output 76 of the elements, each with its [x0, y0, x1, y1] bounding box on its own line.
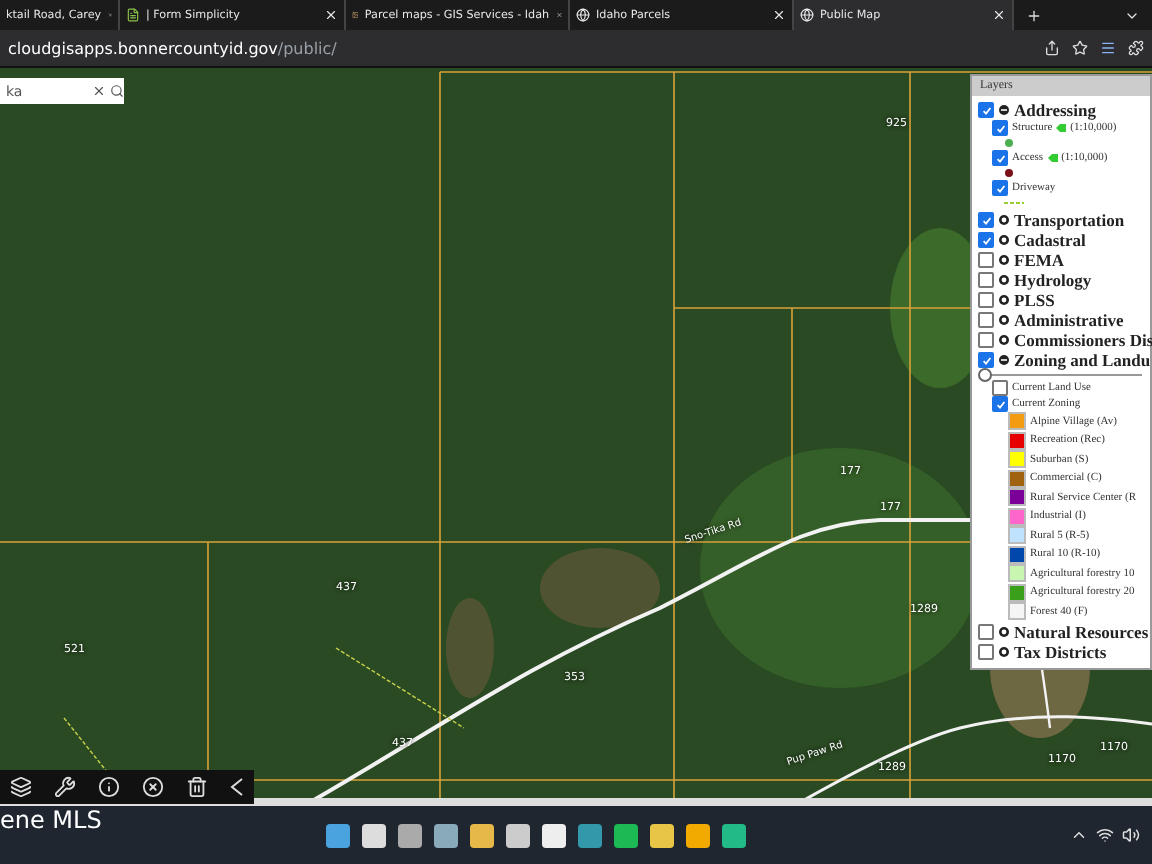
checkbox[interactable] — [992, 380, 1008, 396]
collapse-icon[interactable] — [998, 104, 1010, 116]
expand-icon[interactable] — [998, 234, 1010, 246]
layer-group-label[interactable]: FEMA — [1014, 250, 1065, 270]
globe-icon — [576, 8, 590, 22]
layer-group-label[interactable]: Natural Resources — [1014, 621, 1149, 641]
checkbox[interactable] — [978, 623, 994, 639]
chevron-up-icon[interactable] — [1070, 826, 1088, 844]
overlay-caption: ene MLS — [0, 806, 102, 834]
clear-icon[interactable] — [92, 84, 106, 98]
tag-icon — [1047, 154, 1058, 162]
checkbox[interactable] — [978, 643, 994, 659]
trash-icon[interactable] — [185, 776, 208, 798]
taskbar-app-icon[interactable] — [469, 823, 493, 847]
taskbar-app-icon[interactable] — [361, 823, 385, 847]
checkbox[interactable] — [978, 232, 994, 248]
checkbox[interactable] — [978, 312, 994, 328]
expand-icon[interactable] — [998, 214, 1010, 226]
expand-icon[interactable] — [998, 294, 1010, 306]
checkbox[interactable] — [978, 292, 994, 308]
layer-group-label[interactable]: Zoning and Landu — [1014, 350, 1151, 370]
expand-icon[interactable] — [998, 625, 1010, 637]
expand-icon[interactable] — [998, 314, 1010, 326]
close-icon[interactable] — [772, 8, 786, 22]
taskbar-app-icon[interactable] — [433, 823, 457, 847]
checkbox[interactable] — [978, 252, 994, 268]
layer-group-label[interactable]: PLSS — [1014, 290, 1055, 310]
expand-icon[interactable] — [998, 334, 1010, 346]
taskbar-app-icon[interactable] — [397, 823, 421, 847]
wifi-icon[interactable] — [1096, 826, 1114, 844]
checkbox[interactable] — [992, 396, 1008, 412]
layer-group-label[interactable]: Cadastral — [1014, 230, 1086, 250]
layer-group-label[interactable]: Tax Districts — [1014, 641, 1107, 661]
close-icon[interactable] — [141, 776, 164, 798]
expand-icon[interactable] — [998, 274, 1010, 286]
checkbox[interactable] — [978, 332, 994, 348]
document-icon — [126, 8, 140, 22]
image-icon — [352, 8, 359, 22]
taskbar-app-icon[interactable] — [325, 823, 349, 847]
bookmark-star-icon[interactable] — [1072, 40, 1088, 56]
layers-icon[interactable] — [10, 776, 33, 798]
puzzle-icon[interactable] — [1128, 40, 1144, 56]
layer-group-label[interactable]: Administrative — [1014, 310, 1124, 330]
settings-icon[interactable] — [54, 776, 77, 798]
close-icon[interactable] — [324, 8, 338, 22]
collapse-icon[interactable] — [998, 354, 1010, 366]
search-icon[interactable] — [110, 84, 124, 98]
expand-icon[interactable] — [998, 254, 1010, 266]
checkbox[interactable] — [992, 150, 1008, 166]
checkbox[interactable] — [978, 272, 994, 288]
checkbox[interactable] — [992, 120, 1008, 136]
layer-group-label[interactable]: Addressing — [1014, 100, 1096, 120]
layer-group-label[interactable]: Commissioners Dis — [1014, 330, 1152, 350]
volume-icon[interactable] — [1122, 826, 1140, 844]
taskbar-app-icon[interactable] — [685, 823, 709, 847]
slider-thumb[interactable] — [978, 368, 992, 382]
checkbox[interactable] — [978, 352, 994, 368]
caret-left-icon[interactable] — [229, 778, 244, 796]
checkbox[interactable] — [978, 102, 994, 118]
share-icon[interactable] — [1044, 40, 1060, 56]
close-icon[interactable] — [992, 8, 1006, 22]
taskbar-app-icon[interactable] — [541, 823, 565, 847]
new-tab-icon[interactable] — [1026, 7, 1042, 23]
taskbar-app-icon[interactable] — [649, 823, 673, 847]
tag-icon — [1056, 124, 1067, 132]
extension-icon[interactable] — [1100, 40, 1116, 56]
layer-group-label[interactable]: Hydrology — [1014, 270, 1092, 290]
globe-icon — [800, 8, 814, 22]
layer-group-label[interactable]: Transportation — [1014, 210, 1125, 230]
taskbar-app-icon[interactable] — [613, 823, 637, 847]
info-icon[interactable] — [98, 776, 121, 798]
checkbox[interactable] — [978, 212, 994, 228]
expand-icon[interactable] — [998, 645, 1010, 657]
taskbar-app-icon[interactable] — [721, 823, 745, 847]
checkbox[interactable] — [992, 180, 1008, 196]
taskbar-app-icon[interactable] — [505, 823, 529, 847]
